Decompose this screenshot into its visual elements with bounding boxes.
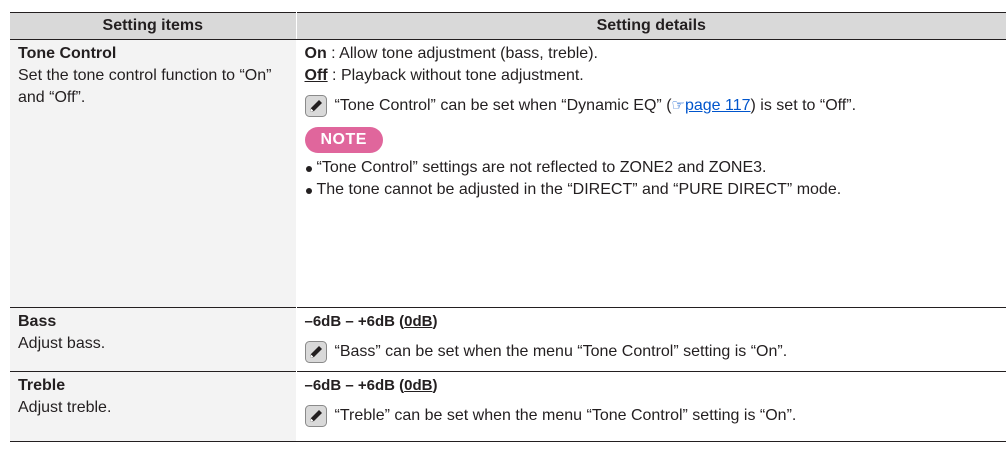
treble-range-default: 0dB — [404, 377, 433, 394]
bass-range-prefix: –6dB – +6dB ( — [304, 313, 405, 330]
bass-item-cell: Bass Adjust bass. — [10, 307, 297, 372]
tone-control-name: Tone Control — [18, 45, 117, 62]
tone-control-tip: “Tone Control” can be set when “Dynamic … — [304, 95, 999, 117]
page-117-link[interactable]: page 117 — [685, 97, 751, 114]
treble-tip: “Treble” can be set when the menu “Tone … — [304, 405, 999, 427]
treble-name: Treble — [18, 377, 66, 394]
bass-range: –6dB – +6dB (0dB) — [305, 311, 999, 333]
note-list: “Tone Control” settings are not reflecte… — [305, 157, 999, 201]
manual-page: Setting items Setting details Tone Contr… — [0, 0, 1008, 457]
pencil-icon — [304, 341, 327, 363]
bass-description: Adjust bass. — [18, 335, 106, 352]
treble-details-cell: –6dB – +6dB (0dB) “Treble” can be set wh… — [296, 371, 1006, 442]
bass-range-suffix: ) — [432, 313, 438, 330]
option-off: Off : Playback without tone adjustment. — [305, 65, 999, 87]
bass-range-default: 0dB — [404, 313, 433, 330]
tip-text-before: “Tone Control” can be set when “Dynamic … — [334, 97, 672, 114]
bass-name: Bass — [18, 313, 57, 330]
settings-table: Setting items Setting details Tone Contr… — [10, 12, 1006, 442]
treble-tip-text: “Treble” can be set when the menu “Tone … — [334, 407, 797, 424]
treble-item-cell: Treble Adjust treble. — [10, 371, 297, 442]
treble-range-prefix: –6dB – +6dB ( — [304, 377, 405, 394]
row-tone-control: Tone Control Set the tone control functi… — [10, 39, 1006, 308]
option-on-key: On — [304, 45, 327, 62]
tone-control-tip-text: “Tone Control” can be set when “Dynamic … — [335, 95, 999, 117]
note-item: “Tone Control” settings are not reflecte… — [305, 157, 999, 179]
treble-range-suffix: ) — [432, 377, 438, 394]
row-bass: Bass Adjust bass. –6dB – +6dB (0dB) “Bas… — [10, 307, 1006, 372]
option-on: On : Allow tone adjustment (bass, treble… — [305, 43, 999, 65]
pencil-icon — [304, 405, 327, 427]
note-item: The tone cannot be adjusted in the “DIRE… — [305, 179, 999, 201]
bass-tip: “Bass” can be set when the menu “Tone Co… — [304, 341, 999, 363]
tone-control-description: Set the tone control function to “On” an… — [18, 67, 272, 106]
treble-description: Adjust treble. — [18, 399, 112, 416]
header-setting-items: Setting items — [10, 12, 297, 40]
option-off-key: Off — [304, 67, 328, 84]
tone-control-details-cell: On : Allow tone adjustment (bass, treble… — [296, 40, 1006, 308]
pencil-icon — [304, 95, 327, 117]
bass-details-cell: –6dB – +6dB (0dB) “Bass” can be set when… — [296, 307, 1006, 372]
tone-control-item-cell: Tone Control Set the tone control functi… — [10, 39, 297, 308]
option-off-text: : Playback without tone adjustment. — [327, 67, 584, 84]
bass-tip-text: “Bass” can be set when the menu “Tone Co… — [334, 343, 788, 360]
pointing-hand-icon: ☞ — [671, 97, 685, 114]
table-header-row: Setting items Setting details — [10, 12, 1006, 40]
treble-range: –6dB – +6dB (0dB) — [305, 375, 999, 397]
row-treble: Treble Adjust treble. –6dB – +6dB (0dB) — [10, 371, 1006, 442]
tip-text-after: ) is set to “Off”. — [750, 97, 857, 114]
option-on-text: : Allow tone adjustment (bass, treble). — [326, 45, 598, 62]
header-setting-details: Setting details — [296, 12, 1006, 40]
note-badge: NOTE — [304, 127, 383, 153]
